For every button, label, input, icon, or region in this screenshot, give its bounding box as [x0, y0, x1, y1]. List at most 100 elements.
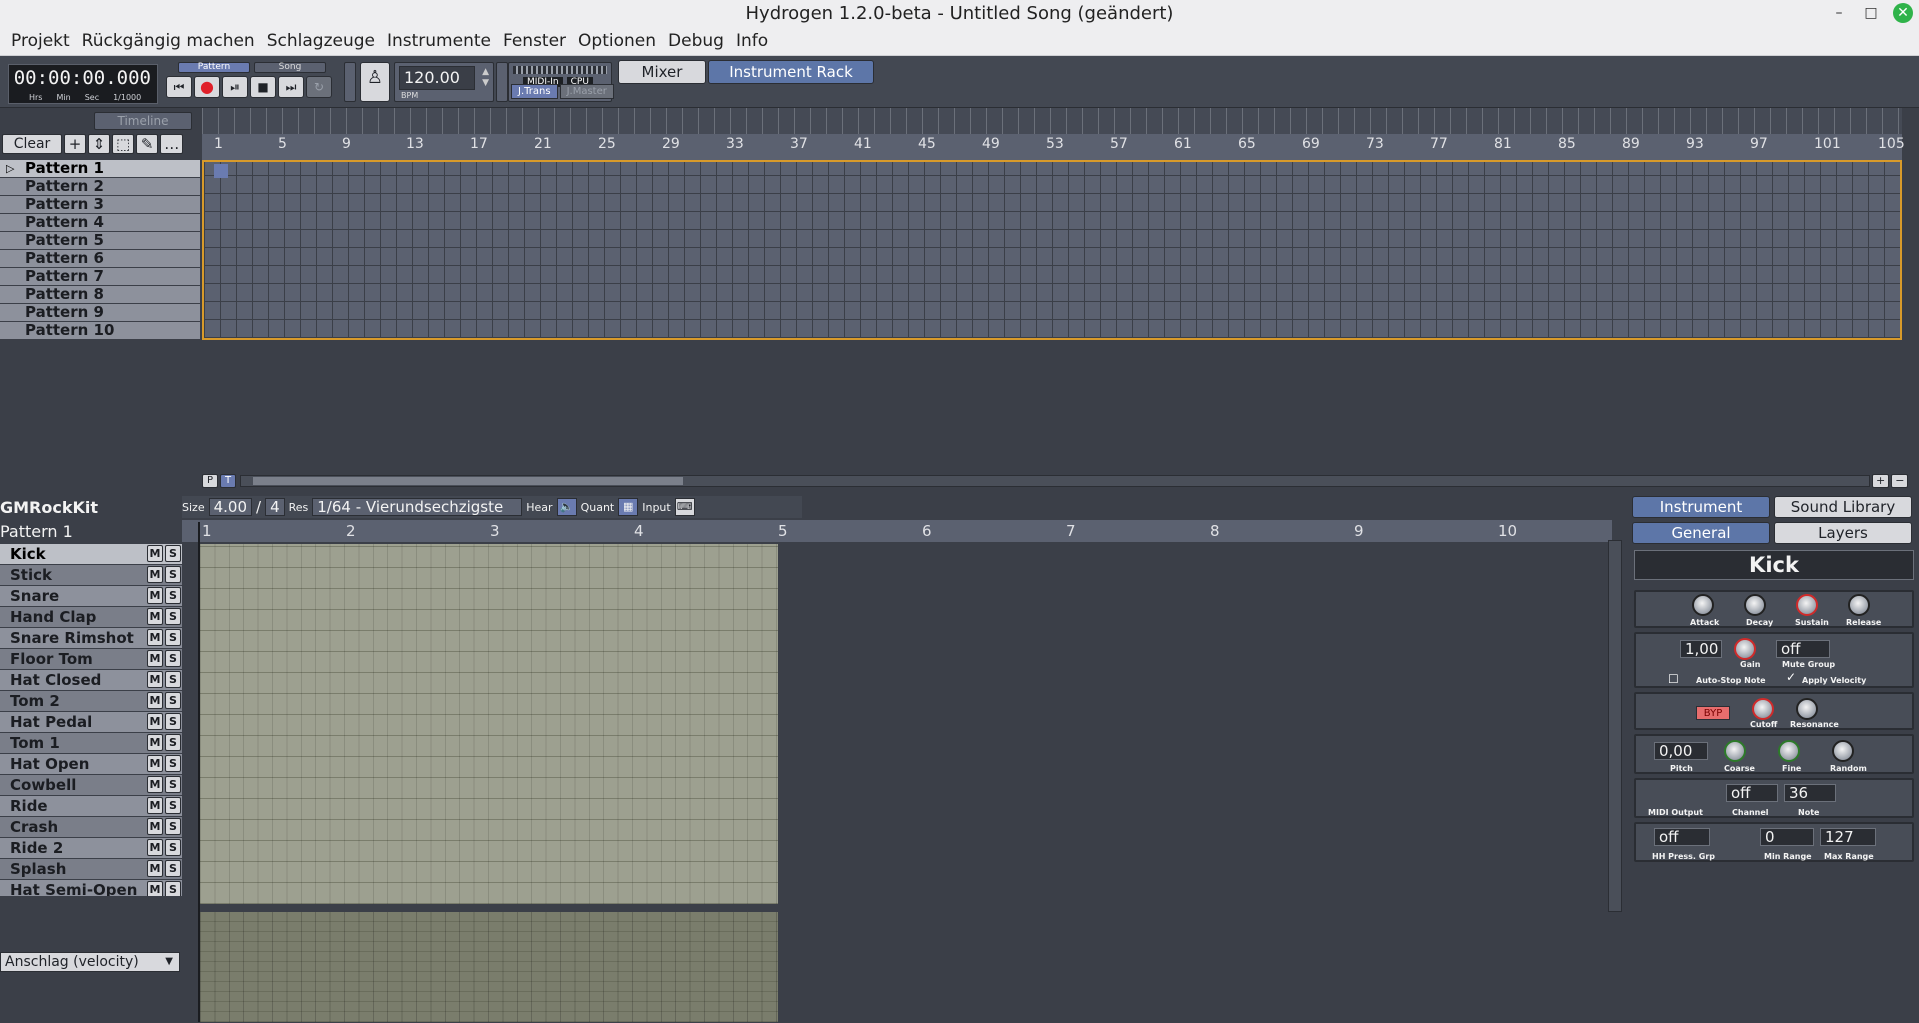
instrument-row[interactable]: Snare M S	[0, 586, 182, 607]
instrument-row[interactable]: Snare Rimshot M S	[0, 628, 182, 649]
pattern-item-5[interactable]: Pattern 5	[0, 232, 200, 250]
pattern-item-2[interactable]: Pattern 2	[0, 178, 200, 196]
mute-button[interactable]: M	[147, 692, 163, 709]
pattern-ruler[interactable]: 1 2 3 4 5 6 7 8 9 10	[182, 520, 1612, 542]
bpm-spinner-icon[interactable]: ▲ ▼	[482, 67, 489, 89]
menu-info[interactable]: Info	[736, 31, 768, 51]
instrument-row[interactable]: Stick M S	[0, 565, 182, 586]
solo-button[interactable]: S	[165, 650, 181, 667]
bc-toggle[interactable]	[344, 62, 356, 102]
pattern-item-7[interactable]: Pattern 7	[0, 268, 200, 286]
instrument-row[interactable]: Ride 2 MS	[0, 838, 182, 859]
mute-button[interactable]: M	[147, 713, 163, 730]
size-divisor-input[interactable]: 4	[265, 498, 285, 516]
speaker-icon[interactable]: 🔈	[556, 498, 577, 516]
song-ruler[interactable]: 1 5 9 13 17 21 25 29 33 37 41 45 49 53 57 61 65 69 73 77 81 8…	[202, 134, 1905, 160]
zoom-out-icon[interactable]: −	[1891, 474, 1909, 488]
hh-press-group-select[interactable]: off	[1654, 828, 1710, 846]
instrument-row[interactable]: Hat Closed M S	[0, 670, 182, 691]
solo-button[interactable]: S	[165, 776, 181, 793]
pattern-item-10[interactable]: Pattern 10	[0, 322, 200, 340]
mute-button[interactable]: M	[147, 818, 163, 835]
play-pattern-icon[interactable]: ▷	[6, 160, 14, 177]
pattern-item-6[interactable]: Pattern 6	[0, 250, 200, 268]
mute-button[interactable]: M	[147, 608, 163, 625]
solo-button[interactable]: S	[165, 818, 181, 835]
mixer-button[interactable]: Mixer	[618, 60, 706, 84]
mute-button[interactable]: M	[147, 860, 163, 877]
solo-button[interactable]: S	[165, 671, 181, 688]
rubberband-toggle[interactable]	[496, 62, 508, 102]
pattern-item-9[interactable]: Pattern 9	[0, 304, 200, 322]
tab-sound-library[interactable]: Sound Library	[1774, 496, 1912, 518]
bpm-value[interactable]: 120.00	[399, 66, 475, 90]
pitch-value[interactable]: 0,00	[1654, 742, 1708, 760]
move-icon[interactable]: ⇕	[88, 134, 110, 154]
release-knob[interactable]	[1848, 594, 1870, 616]
pattern-vertical-scrollbar[interactable]	[1608, 540, 1622, 912]
random-knob[interactable]	[1832, 740, 1854, 762]
add-pattern-icon[interactable]: +	[64, 134, 86, 154]
solo-button[interactable]: S	[165, 692, 181, 709]
resolution-select[interactable]: 1/64 - Vierundsechzigste	[312, 498, 523, 516]
bypass-filter-button[interactable]: BYP	[1696, 706, 1730, 720]
grid-icon[interactable]: ▦	[618, 498, 639, 516]
play-button[interactable]: ⏯	[222, 76, 248, 98]
midi-channel-select[interactable]: off	[1726, 784, 1778, 802]
fine-knob[interactable]	[1778, 740, 1800, 762]
solo-button[interactable]: S	[165, 608, 181, 625]
resonance-knob[interactable]	[1796, 698, 1818, 720]
apply-velocity-checkbox[interactable]: ✓	[1786, 670, 1796, 684]
instrument-row[interactable]: Ride M S	[0, 796, 182, 817]
timeline-button[interactable]: Timeline	[94, 112, 192, 130]
menu-rueckgaengig[interactable]: Rückgängig machen	[82, 31, 255, 51]
select-icon[interactable]: ⬚	[112, 134, 135, 154]
jack-master-button[interactable]: J.Master	[559, 84, 614, 99]
drum-pattern-grid[interactable]	[200, 544, 778, 904]
tab-layers[interactable]: Layers	[1774, 522, 1912, 544]
instrument-row[interactable]: Hat Semi-Open M S	[0, 880, 182, 896]
timeline-track[interactable]	[202, 108, 1902, 134]
mute-button[interactable]: M	[147, 734, 163, 751]
instrument-row[interactable]: Hat Open M S	[0, 754, 182, 775]
song-mode-button[interactable]: Song	[254, 62, 326, 73]
menu-optionen[interactable]: Optionen	[578, 31, 656, 51]
menu-projekt[interactable]: Projekt	[11, 31, 70, 51]
close-icon[interactable]: ✕	[1893, 3, 1913, 23]
solo-button[interactable]: S	[165, 839, 181, 856]
midi-note-select[interactable]: 36	[1784, 784, 1836, 802]
active-pattern-cell[interactable]	[214, 164, 228, 178]
sustain-knob[interactable]	[1796, 594, 1818, 616]
solo-button[interactable]: S	[165, 755, 181, 772]
forward-button[interactable]: ⏭	[278, 76, 304, 98]
minimize-icon[interactable]: –	[1829, 3, 1849, 23]
attack-knob[interactable]	[1692, 594, 1714, 616]
mute-button[interactable]: M	[147, 566, 163, 583]
menu-debug[interactable]: Debug	[668, 31, 724, 51]
solo-button[interactable]: S	[165, 587, 181, 604]
mute-button[interactable]: M	[147, 797, 163, 814]
mute-group-select[interactable]: off	[1776, 640, 1830, 658]
rewind-button[interactable]: ⏮	[166, 76, 192, 98]
solo-button[interactable]: S	[165, 860, 181, 877]
bpm-control[interactable]: 120.00 ▲ ▼ BPM	[394, 62, 494, 102]
gain-knob[interactable]	[1734, 638, 1756, 660]
pattern-item-3[interactable]: Pattern 3	[0, 196, 200, 214]
menu-instrumente[interactable]: Instrumente	[387, 31, 491, 51]
mute-button[interactable]: M	[147, 755, 163, 772]
solo-button[interactable]: S	[165, 734, 181, 751]
instrument-row[interactable]: Kick M S	[0, 544, 182, 565]
tab-general[interactable]: General	[1632, 522, 1770, 544]
max-range-input[interactable]: 127	[1820, 828, 1876, 846]
mute-button[interactable]: M	[147, 881, 163, 896]
instrument-name[interactable]: Kick	[1634, 550, 1914, 580]
solo-button[interactable]: S	[165, 881, 181, 896]
pattern-item-8[interactable]: Pattern 8	[0, 286, 200, 304]
stop-button[interactable]: ■	[250, 76, 276, 98]
more-icon[interactable]: …	[160, 134, 184, 154]
mute-button[interactable]: M	[147, 776, 163, 793]
cutoff-knob[interactable]	[1752, 698, 1774, 720]
loop-button[interactable]: ↻	[306, 76, 332, 98]
solo-button[interactable]: S	[165, 545, 181, 562]
pattern-mode-button[interactable]: Pattern	[178, 62, 250, 73]
